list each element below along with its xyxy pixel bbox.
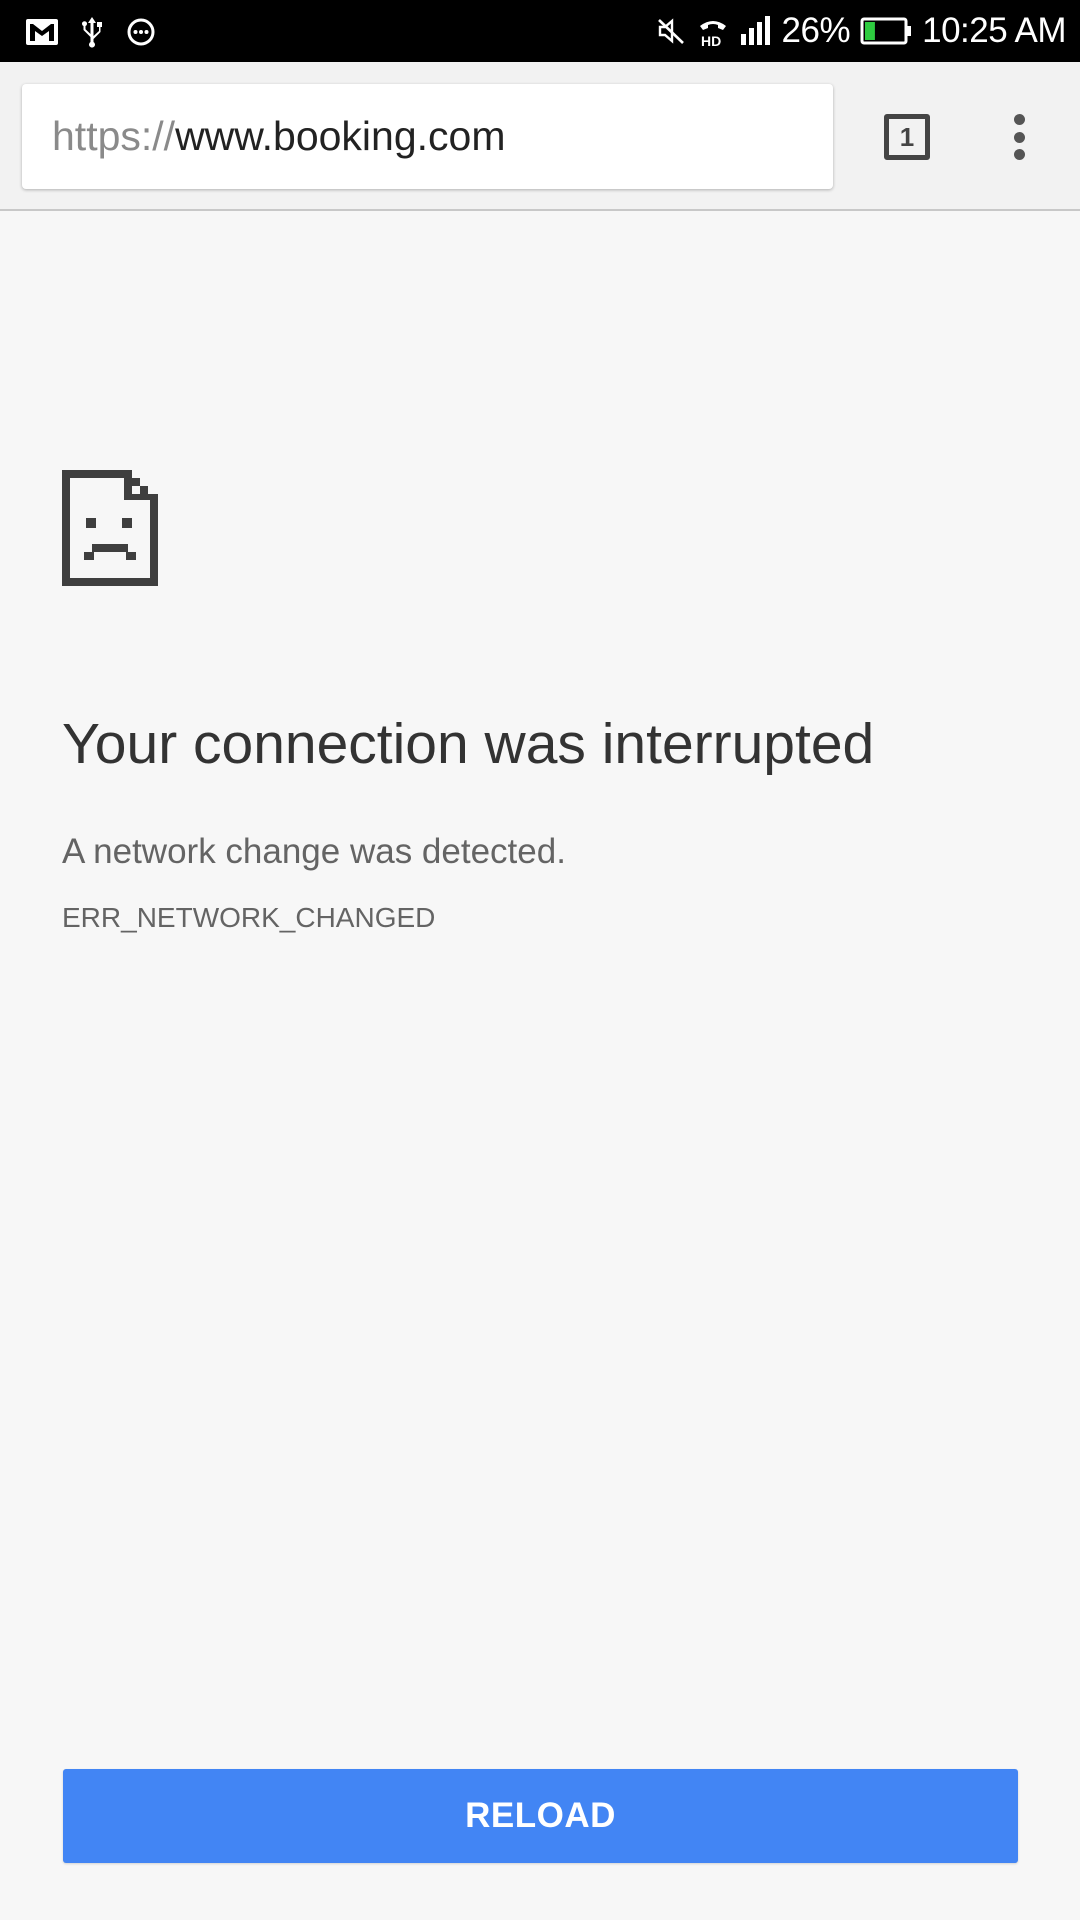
system-icons: HD 26% 10:25 AM	[656, 10, 1066, 52]
menu-dot	[1013, 114, 1025, 125]
menu-dot	[1013, 131, 1025, 143]
error-description: A network change was detected.	[62, 832, 566, 871]
url-scheme: https://	[52, 113, 176, 159]
status-bar: HD 26% 10:25 AM	[0, 0, 1080, 62]
clock: 10:25 AM	[922, 11, 1066, 50]
notification-icons	[26, 14, 156, 50]
browser-toolbar: https://www.booking.com 1	[0, 62, 1080, 211]
error-title: Your connection was interrupted	[62, 712, 875, 776]
hd-call-icon: HD	[699, 21, 726, 48]
reload-button[interactable]: RELOAD	[63, 1769, 1018, 1863]
gmail-icon	[26, 19, 58, 45]
battery-icon	[860, 17, 912, 45]
error-code: ERR_NETWORK_CHANGED	[62, 902, 436, 933]
omnibox[interactable]: https://www.booking.com	[22, 84, 833, 189]
tab-count: 1	[899, 121, 915, 152]
sad-page-icon	[62, 470, 158, 586]
menu-dot	[1013, 149, 1025, 160]
mute-icon	[657, 18, 684, 44]
battery-percent: 26%	[781, 11, 851, 50]
signal-icon	[740, 16, 770, 45]
tab-switcher-button[interactable]: 1	[884, 114, 930, 160]
more-vert-icon[interactable]	[994, 112, 1044, 162]
svg-text:HD: HD	[701, 33, 721, 48]
usb-icon	[82, 17, 102, 48]
url-host: www.booking.com	[175, 113, 506, 159]
messenger-icon	[127, 18, 155, 46]
